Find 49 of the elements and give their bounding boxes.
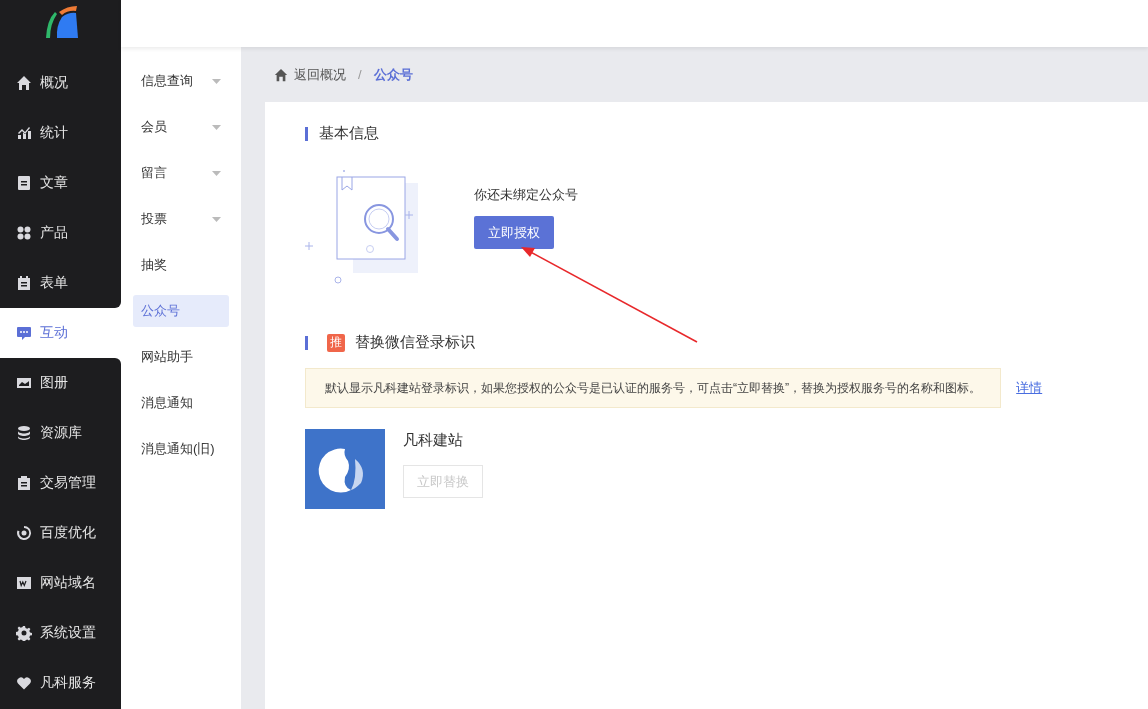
breadcrumb-link[interactable]: 返回概况	[294, 65, 346, 84]
section-title: 基本信息	[319, 124, 379, 143]
caret-icon	[212, 124, 221, 130]
sidebar-item[interactable]: 表单	[0, 258, 121, 308]
w-square-icon	[16, 575, 32, 591]
submenu-item[interactable]: 会员	[133, 111, 229, 143]
recommend-badge: 推	[327, 333, 345, 352]
sidebar-item[interactable]: 百度优化	[0, 508, 121, 558]
heart-icon	[16, 675, 32, 691]
home-icon	[16, 75, 32, 91]
sidebar-item[interactable]: 系统设置	[0, 608, 121, 658]
sidebar-item[interactable]: 资源库	[0, 408, 121, 458]
sidebar-item[interactable]: 文章	[0, 158, 121, 208]
submenu-item[interactable]: 抽奖	[133, 249, 229, 281]
authorize-button[interactable]: 立即授权	[474, 216, 554, 249]
notice-banner: 默认显示凡科建站登录标识，如果您授权的公众号是已认证的服务号，可点击“立即替换”，替换为授权服务号的名称和图标。	[305, 368, 1002, 408]
settings-icon	[16, 625, 32, 641]
sidebar-item[interactable]: 网站域名	[0, 558, 121, 608]
section-title: 替换微信登录标识	[355, 333, 475, 352]
submenu-item[interactable]: 留言	[133, 157, 229, 189]
submenu-item[interactable]: 信息查询	[133, 65, 229, 97]
image-icon	[16, 375, 32, 391]
status-message: 你还未绑定公众号	[474, 186, 578, 204]
chat-icon	[16, 325, 32, 341]
account-name: 凡科建站	[403, 431, 464, 450]
bar-chart-icon	[16, 125, 32, 141]
submenu-item[interactable]: 投票	[133, 203, 229, 235]
submenu-item[interactable]: 消息通知	[133, 387, 229, 419]
submenu-item[interactable]: 消息通知(旧)	[133, 433, 229, 465]
clipboard-icon	[16, 475, 32, 491]
database-icon	[16, 425, 32, 441]
submenu-item[interactable]: 公众号	[133, 295, 229, 327]
document-icon	[16, 175, 32, 191]
home-icon	[274, 67, 288, 82]
submenu-item[interactable]: 网站助手	[133, 341, 229, 373]
sidebar-item[interactable]: 统计	[0, 108, 121, 158]
breadcrumb-current: 公众号	[373, 65, 413, 84]
clipboard-icon	[16, 275, 32, 291]
sidebar-item[interactable]: 概况	[0, 58, 121, 108]
caret-icon	[212, 78, 221, 84]
sidebar-item[interactable]: 凡科服务	[0, 658, 121, 708]
sidebar-item[interactable]: 图册	[0, 358, 121, 408]
breadcrumb-separator: /	[358, 67, 362, 82]
details-link[interactable]: 详情	[1016, 379, 1043, 397]
caret-icon	[212, 216, 221, 222]
caret-icon	[212, 170, 221, 176]
sidebar-item[interactable]: 交易管理	[0, 458, 121, 508]
grid-icon	[16, 225, 32, 241]
sidebar-item[interactable]: 产品	[0, 208, 121, 258]
